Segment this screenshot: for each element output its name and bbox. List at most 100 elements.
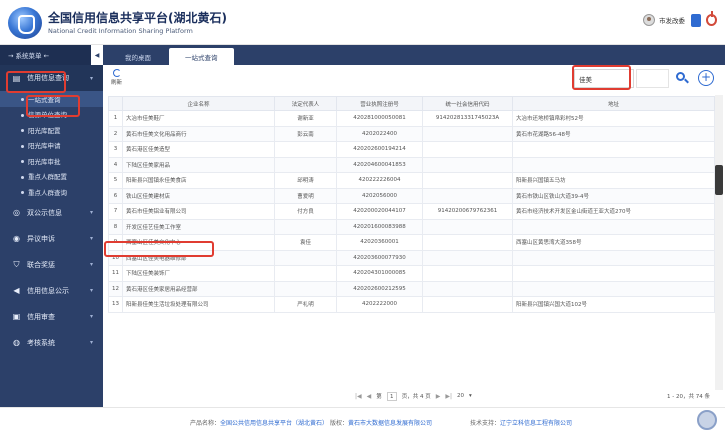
app-title: 全国信用信息共享平台(湖北黄石) <box>48 11 227 25</box>
cell-address: 黄石市花湖路56-48号 <box>512 125 715 142</box>
sidebar-item-sunshine-apply[interactable]: 阳光库申请 <box>0 138 103 154</box>
target-icon: ◍ <box>13 338 20 347</box>
menu-group-credit-publicity[interactable]: ◀ 信用信息公示 ▾ <box>0 278 103 304</box>
table-row[interactable]: 1 大冶市佳美鞋厂 谢新亚 420281000050081 91420281331745… <box>108 110 715 127</box>
scrollbar-thumb[interactable] <box>715 165 723 195</box>
table-row[interactable]: 8 开发区佳艺佳美工作室 420201600083988 <box>108 218 715 235</box>
column-header-address[interactable]: 地址 <box>512 96 715 111</box>
prev-page-button[interactable]: ◀ <box>367 393 372 400</box>
avatar <box>643 14 655 26</box>
search-input-extension[interactable] <box>636 69 669 88</box>
footer-product-label: 产品名称： <box>190 420 221 427</box>
menu-group-credit-review[interactable]: ▣ 信用审查 ▾ <box>0 304 103 330</box>
cell-reg-number: 4202022400 <box>336 125 423 142</box>
table-row[interactable]: 12 黄石港区佳美家居用品经营部 420202600212595 <box>108 280 715 297</box>
menu-group-credit-query[interactable]: ▤ 信用信息查询 ▾ <box>0 65 103 91</box>
sidebar-item-sunshine-config[interactable]: 阳光库配置 <box>0 122 103 138</box>
cell-credit-code <box>422 141 513 158</box>
column-header-company[interactable]: 企业名称 <box>122 96 275 111</box>
cell-credit-code <box>422 172 513 189</box>
document-icon[interactable] <box>691 14 701 27</box>
pagination: |◀ ◀ 第 1 页，共 4 页 ▶ ▶| 20 ▾ 1 - 20，共 74 条 <box>108 389 714 403</box>
footer-support: 技术支持：辽宁立科信息工程有限公司 <box>470 418 572 427</box>
table-row[interactable]: 13 阳新县佳美生活垃圾处理有限公司 严礼明 4202222000 阳新县兴国镇兴国大道… <box>108 296 715 313</box>
table-row[interactable]: 4 下陆区佳美家用品 420204600041853 <box>108 156 715 173</box>
cell-row-index: 4 <box>108 156 123 173</box>
cell-legal-rep <box>274 280 337 297</box>
next-page-button[interactable]: ▶ <box>436 393 441 400</box>
column-header-legal-rep[interactable]: 法定代表人 <box>274 96 337 111</box>
cell-legal-rep: 严礼明 <box>274 296 337 313</box>
table-row[interactable]: 5 阳新县兴国镇永佳美食店 邱明涛 420222226004 阳新县兴国镇五马坊 <box>108 172 715 189</box>
cell-address <box>512 265 715 282</box>
cell-legal-rep: 彭云南 <box>274 125 337 142</box>
first-page-button[interactable]: |◀ <box>355 393 362 400</box>
cell-row-index: 10 <box>108 249 123 266</box>
chevron-down-icon: ▾ <box>89 287 93 294</box>
last-page-button[interactable]: ▶| <box>445 393 452 400</box>
table-row[interactable]: 2 黄石市佳美文化用品商行 彭云南 4202022400 黄石市花湖路56-48号 <box>108 125 715 142</box>
menu-group-label: 信用信息公示 <box>27 286 69 295</box>
cell-credit-code <box>422 156 513 173</box>
tab-my-desktop[interactable]: 我的桌面 <box>109 48 167 65</box>
cell-address <box>512 156 715 173</box>
book-icon: ▤ <box>12 73 21 83</box>
cell-legal-rep: 邱明涛 <box>274 172 337 189</box>
table-row[interactable]: 6 铁山区佳美建材店 曹爱明 4202056000 黄石市铁山区铁山大道39-4号 <box>108 187 715 204</box>
cell-credit-code <box>422 280 513 297</box>
cell-row-index: 12 <box>108 280 123 297</box>
table-row[interactable]: 3 黄石港区佳美造型 420202600194214 <box>108 141 715 158</box>
gear-icon[interactable] <box>697 410 717 430</box>
cell-row-index: 6 <box>108 187 123 204</box>
cell-legal-rep <box>274 141 337 158</box>
column-header-reg-number[interactable]: 营业执照注册号 <box>336 96 423 111</box>
search-button[interactable] <box>675 71 689 85</box>
sidebar-header: → 系统菜单 ← ◀ <box>0 45 103 65</box>
cell-reg-number: 420202600194214 <box>336 141 423 158</box>
menu-group-assessment[interactable]: ◍ 考核系统 ▾ <box>0 330 103 356</box>
cell-company-name: 下陆区佳美装饰厂 <box>122 265 275 282</box>
table-row[interactable]: 11 下陆区佳美装饰厂 420204301000085 <box>108 265 715 282</box>
table-row[interactable]: 9 西塞山区佳美文化中心 袁佳 42020360001 西塞山区黄思湾大道358号 <box>108 234 715 251</box>
table-row[interactable]: 7 黄石市佳美铝业有限公司 付方良 420200020044107 9142020067… <box>108 203 715 220</box>
page-size-select[interactable]: 20 <box>457 393 464 399</box>
cell-reg-number: 420281000050081 <box>336 110 423 127</box>
sidebar-item-one-stop-query[interactable]: 一站式查询 <box>0 91 103 107</box>
menu-group-joint-reward[interactable]: ⛉ 联合奖惩 ▾ <box>0 252 103 278</box>
alert-icon: ◉ <box>13 234 20 243</box>
search-input[interactable] <box>574 69 634 88</box>
footer-support-value: 辽宁立科信息工程有限公司 <box>500 420 573 427</box>
cell-legal-rep <box>274 265 337 282</box>
cell-credit-code <box>422 218 513 235</box>
chevron-down-icon: ▾ <box>89 235 93 242</box>
table-row[interactable]: 10 西塞山区佳美电器维修部 420203600077930 <box>108 249 715 266</box>
cell-credit-code <box>422 125 513 142</box>
footer-copyright: 版权：黄石市大数据信息发展有限公司 <box>330 418 432 427</box>
cell-credit-code <box>422 187 513 204</box>
menu-group-label: 信用审查 <box>27 312 55 321</box>
globe-icon: ◎ <box>13 208 20 217</box>
page-number-input[interactable]: 1 <box>386 391 397 401</box>
cell-reg-number: 420204600041853 <box>336 156 423 173</box>
power-icon[interactable] <box>706 11 717 26</box>
cell-address: 大冶市还地桥镇帛彩村52号 <box>512 110 715 127</box>
vertical-scrollbar[interactable] <box>715 95 723 390</box>
cell-row-index: 9 <box>108 234 123 251</box>
cell-credit-code <box>422 296 513 313</box>
user-menu[interactable]: 市发改委 <box>643 14 685 26</box>
sidebar-item-sunshine-approve[interactable]: 阳光库审批 <box>0 153 103 169</box>
tab-one-stop-query[interactable]: 一站式查询 <box>169 48 234 65</box>
menu-group-objection[interactable]: ◉ 异议申诉 ▾ <box>0 226 103 252</box>
column-header-credit-code[interactable]: 统一社会信用代码 <box>422 96 513 111</box>
cell-company-name: 黄石市佳美文化用品商行 <box>122 125 275 142</box>
sidebar-item-source-unit-query[interactable]: 信源单位查询 <box>0 107 103 123</box>
refresh-button[interactable]: 刷新 <box>111 69 122 86</box>
sidebar-title: → 系统菜单 ← <box>8 52 50 60</box>
collapse-sidebar-button[interactable]: ◀ <box>91 45 103 65</box>
menu-group-double-publicity[interactable]: ◎ 双公示信息 ▾ <box>0 200 103 226</box>
cell-row-index: 3 <box>108 141 123 158</box>
sidebar-item-key-group-config[interactable]: 重点人群配置 <box>0 169 103 185</box>
cell-company-name: 铁山区佳美建材店 <box>122 187 275 204</box>
add-button[interactable]: + <box>698 70 714 86</box>
sidebar-item-key-group-query[interactable]: 重点人群查询 <box>0 184 103 200</box>
